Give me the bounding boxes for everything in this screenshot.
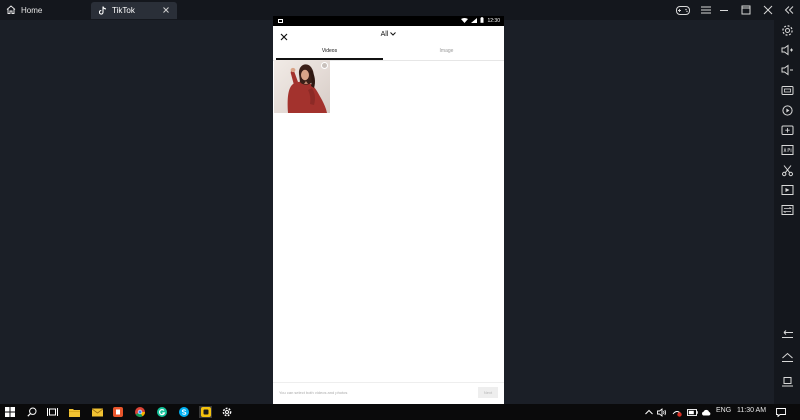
windows-taskbar: ENG 11:30 AM <box>0 404 800 420</box>
collapse-sidebar-icon[interactable] <box>782 3 796 17</box>
speaker-icon[interactable] <box>656 406 668 418</box>
office-icon[interactable] <box>112 406 124 418</box>
settings-gear-icon[interactable] <box>221 406 233 418</box>
video-thumbnail[interactable] <box>274 60 330 113</box>
screen-record-icon[interactable] <box>780 83 794 97</box>
next-button[interactable]: Next <box>478 387 498 398</box>
taskbar-clock[interactable]: 11:30 AM <box>737 407 766 414</box>
android-status-bar: 12:30 <box>273 16 504 26</box>
task-view-icon[interactable] <box>46 406 58 418</box>
close-tab-icon[interactable] <box>161 5 171 15</box>
media-tabs: Videos Image <box>273 47 504 61</box>
battery-tray-icon[interactable] <box>686 406 698 418</box>
home-icon <box>6 4 16 16</box>
tiktok-tab-label: TikTok <box>112 6 135 15</box>
tab-image[interactable]: Image <box>393 47 500 59</box>
settings-icon[interactable] <box>780 23 794 37</box>
wifi-icon <box>461 17 469 25</box>
gamepad-icon[interactable] <box>674 3 692 17</box>
picker-header: All <box>273 26 504 48</box>
menu-icon[interactable] <box>699 3 713 17</box>
tiktok-icon <box>98 6 107 15</box>
minimize-icon[interactable] <box>717 3 731 17</box>
back-icon[interactable] <box>780 328 794 342</box>
sync-icon[interactable] <box>780 203 794 217</box>
apk-icon[interactable] <box>780 143 794 157</box>
network-icon[interactable] <box>671 406 683 418</box>
show-hidden-icons-icon[interactable] <box>643 406 655 418</box>
battery-icon <box>480 17 484 25</box>
chrome-icon[interactable] <box>134 406 146 418</box>
picker-footer: You can select both videos and photos Ne… <box>273 382 504 404</box>
notification-center-icon[interactable] <box>775 406 787 418</box>
screenshot-icon[interactable] <box>780 123 794 137</box>
album-label: All <box>380 31 389 38</box>
notification-icon <box>278 19 283 23</box>
onedrive-icon[interactable] <box>700 406 712 418</box>
status-time: 12:30 <box>487 18 500 24</box>
album-selector[interactable]: All <box>273 31 504 38</box>
windows-start-icon[interactable] <box>4 406 16 418</box>
bluestacks-icon[interactable] <box>199 406 212 418</box>
mail-icon[interactable] <box>91 406 103 418</box>
emulator-sidebar <box>774 20 800 404</box>
rotate-icon[interactable] <box>780 103 794 117</box>
search-icon[interactable] <box>26 406 38 418</box>
maximize-icon[interactable] <box>739 3 753 17</box>
volume-up-icon[interactable] <box>780 43 794 57</box>
recents-icon[interactable] <box>780 375 794 389</box>
language-indicator[interactable]: ENG <box>716 407 731 414</box>
file-explorer-icon[interactable] <box>68 406 80 418</box>
grammarly-icon[interactable] <box>156 406 168 418</box>
media-icon[interactable] <box>780 183 794 197</box>
home-tab-label: Home <box>21 5 43 15</box>
selection-hint: You can select both videos and photos <box>279 390 348 395</box>
phone-screen: 12:30 All Videos Image You can select bo… <box>273 16 504 404</box>
close-window-icon[interactable] <box>761 3 775 17</box>
cut-icon[interactable] <box>780 163 794 177</box>
chevron-down-icon <box>390 31 397 38</box>
home-nav-icon[interactable] <box>780 351 794 365</box>
skype-icon[interactable] <box>178 406 190 418</box>
select-circle-icon[interactable] <box>321 62 328 69</box>
volume-down-icon[interactable] <box>780 63 794 77</box>
signal-icon <box>471 17 478 25</box>
home-tab[interactable]: Home <box>6 0 42 20</box>
tiktok-tab[interactable]: TikTok <box>91 2 177 19</box>
